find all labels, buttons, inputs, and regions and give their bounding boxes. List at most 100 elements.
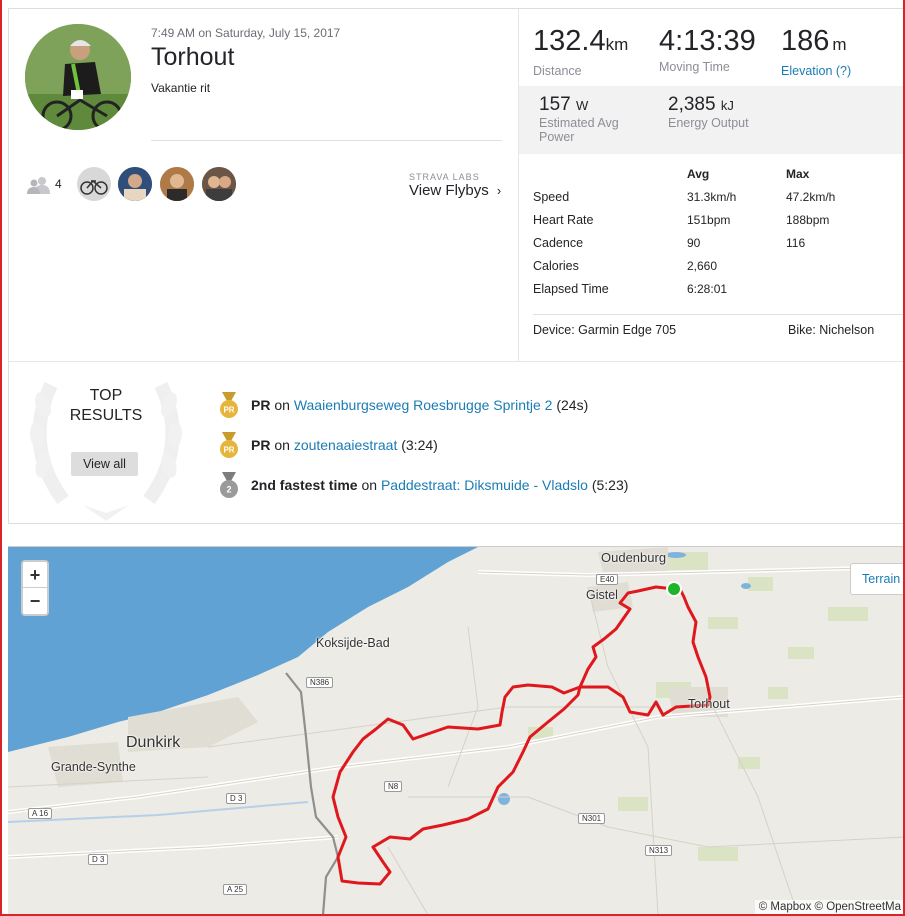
map-attribution: © Mapbox © OpenStreetMa [754,900,905,914]
road-label: N8 [384,781,403,792]
activity-header: 7:49 AM on Saturday, July 15, 2017 Torho… [9,9,518,361]
power-value: 157 [539,94,571,115]
osm-attribution-link[interactable]: © OpenStreetMa [815,901,901,913]
stats-panel: 132.4km Distance 4:13:39 Moving Time 186… [518,9,905,361]
athlete-avatar[interactable] [77,167,111,201]
place-label: Torhout [688,697,730,711]
athlete-avatar[interactable] [202,167,236,201]
top-results-title-line1: TOP [89,387,123,404]
row-label: Heart Rate [533,213,594,227]
achievement-on: on [361,477,378,493]
activity-title: Torhout [151,43,235,71]
segment-link[interactable]: Waaienburgseweg Roesbrugge Sprintje 2 [294,397,553,413]
mapbox-attribution-link[interactable]: © Mapbox [759,901,812,913]
chevron-right-icon: › [496,183,502,198]
power-label-line2: Power [539,130,575,144]
distance-stat: 132.4km Distance [533,23,628,78]
moving-time-value: 4:13:39 [659,25,756,57]
energy-value: 2,385 [668,94,716,115]
distance-value: 132.4 [533,25,606,57]
row-label: Elapsed Time [533,282,609,296]
pr-medal-icon: PR [220,432,238,458]
strava-labs-label: STRAVA LABS [409,172,480,182]
silver-medal-icon: 2 [220,472,238,498]
row-avg: 90 [687,236,701,250]
achievement-type: PR [251,437,271,453]
row-max: 47.2km/h [786,190,836,204]
road-label: D 3 [88,854,109,865]
road-label: A 16 [28,808,53,819]
activity-card: 7:49 AM on Saturday, July 15, 2017 Torho… [8,8,905,524]
power-unit: W [575,98,589,113]
row-label: Speed [533,190,570,204]
place-label: Gistel [586,588,618,602]
place-label: Koksijde-Bad [316,636,390,650]
power-label-line1: Estimated Avg [539,116,619,130]
segment-time: (5:23) [591,477,629,493]
athlete-avatar[interactable] [25,24,131,130]
elevation-value: 186 [781,25,830,57]
segment-time: (24s) [556,397,589,413]
row-label: Calories [533,259,579,273]
zoom-control: + − [21,560,49,616]
elevation-help-link[interactable]: Elevation (?) [781,64,851,78]
pr-medal-icon: PR [220,392,238,418]
top-results-title: TOP RESULTS [53,386,159,426]
route-track [331,581,712,886]
bike-info: Bike: Nichelson [788,323,875,337]
route-map[interactable]: Oudenburg Gistel Koksijde-Bad Dunkirk Gr… [8,546,905,914]
device-info: Device: Garmin Edge 705 [533,323,677,337]
secondary-stats: 157 W Estimated Avg Power 2,385 kJ Energ… [519,86,905,154]
view-flybys-link[interactable]: View Flybys › [409,182,501,199]
road-label: N386 [306,677,334,688]
top-results-section: TOP RESULTS View all PR PR on Waaienburg… [9,361,905,524]
svg-text:PR: PR [223,406,234,415]
road-label: N301 [578,813,606,824]
top-results-title-line2: RESULTS [69,407,143,424]
moving-time-label: Moving Time [659,60,730,74]
view-flybys-label: View Flybys [409,182,489,199]
group-icon [27,177,50,194]
zoom-out-button[interactable]: − [23,588,47,614]
elevation-unit: m [832,35,847,54]
divider [533,314,905,315]
place-label: Dunkirk [126,734,181,751]
achievement-type: PR [251,397,271,413]
place-label: Oudenburg [601,550,667,565]
distance-unit: km [605,35,629,54]
zoom-in-button[interactable]: + [23,562,47,588]
col-max: Max [786,167,810,181]
activity-description: Vakantie rit [151,81,211,95]
segment-link[interactable]: Paddestraat: Diksmuide - Vladslo [381,477,588,493]
view-all-button[interactable]: View all [71,452,138,476]
road-label: E40 [596,574,619,585]
segment-link[interactable]: zoutenaaiestraat [294,437,398,453]
athlete-avatar[interactable] [118,167,152,201]
segment-time: (3:24) [401,437,438,453]
row-max: 116 [786,236,806,250]
divider [151,140,502,141]
row-avg: 151bpm [687,213,731,227]
activity-datetime: 7:49 AM on Saturday, July 15, 2017 [151,26,341,40]
road-label: A 25 [223,884,248,895]
energy-unit: kJ [720,98,734,113]
row-max: 188bpm [786,213,830,227]
row-avg: 2,660 [687,259,718,273]
place-label: Grande-Synthe [51,760,136,774]
power-stat: 157 W Estimated Avg Power [539,94,619,144]
road-label: N313 [645,845,673,856]
svg-text:PR: PR [223,446,234,455]
col-avg: Avg [687,167,710,181]
row-avg: 6:28:01 [687,282,728,296]
athlete-avatar[interactable] [160,167,194,201]
distance-label: Distance [533,64,582,78]
road-label: D 3 [226,793,247,804]
energy-label: Energy Output [668,116,749,130]
achievement-on: on [274,397,290,413]
achievement-type: 2nd fastest time [251,477,358,493]
terrain-toggle-button[interactable]: Terrain [850,563,905,595]
window-edge [0,0,2,916]
row-avg: 31.3km/h [687,190,737,204]
row-label: Cadence [533,236,584,250]
achievement-on: on [274,437,290,453]
